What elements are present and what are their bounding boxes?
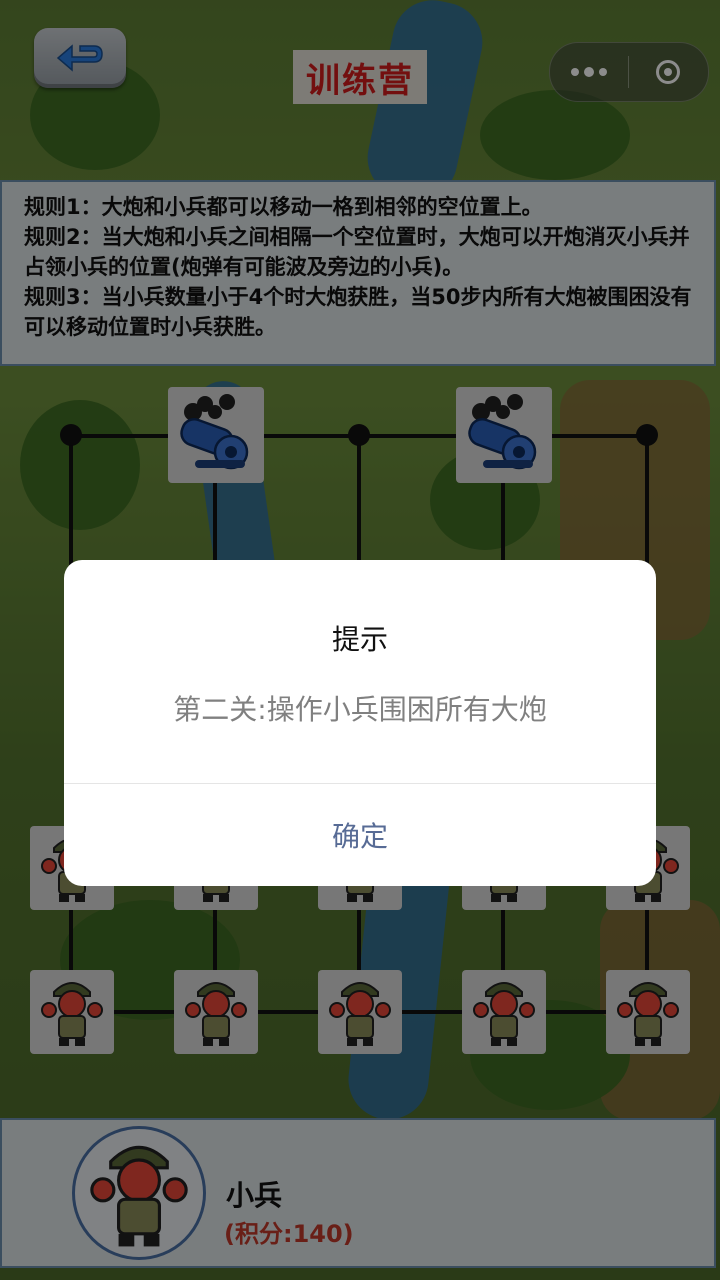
dialog-title: 提示: [331, 623, 388, 656]
confirm-button[interactable]: 确定: [64, 784, 656, 886]
dialog-content: 第二关:操作小兵围困所有大炮: [173, 693, 547, 726]
hint-dialog: 提示 第二关:操作小兵围困所有大炮 确定: [64, 560, 656, 886]
